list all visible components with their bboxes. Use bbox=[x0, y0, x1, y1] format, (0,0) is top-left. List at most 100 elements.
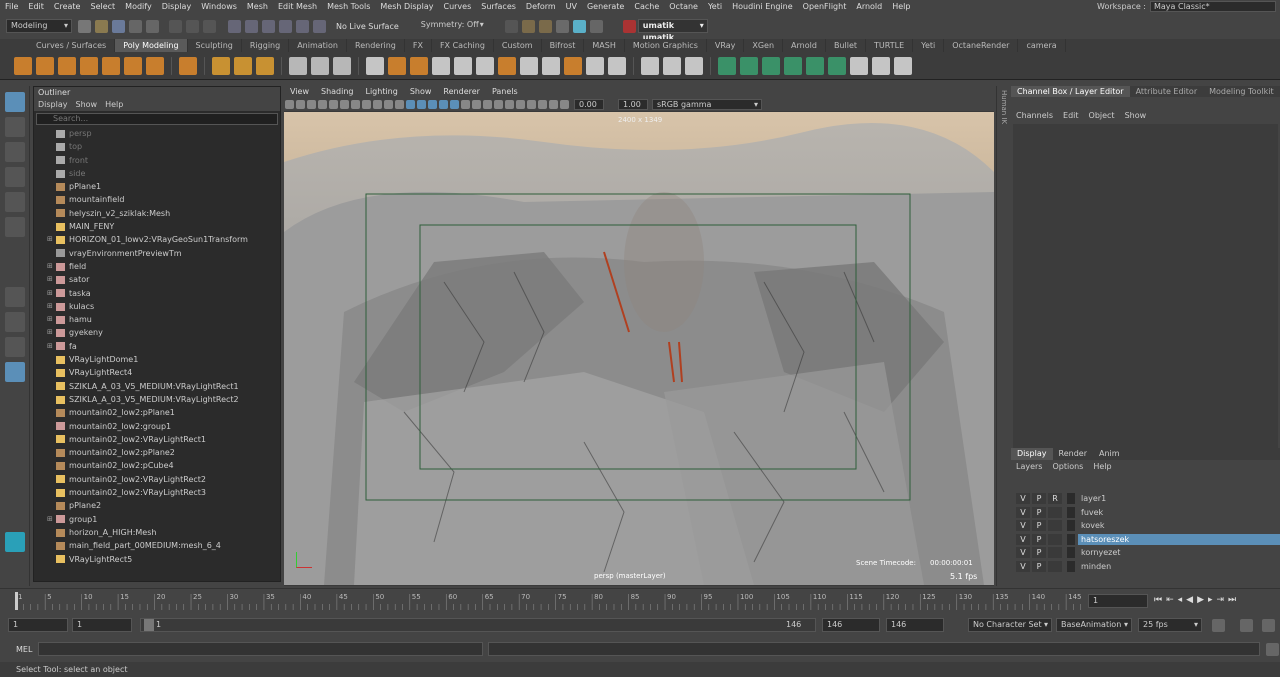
layer-tab-render[interactable]: Render bbox=[1053, 448, 1093, 460]
open-scene-icon[interactable] bbox=[95, 19, 108, 33]
shelf-extract-icon[interactable] bbox=[289, 56, 307, 75]
layer-name[interactable]: layer1 bbox=[1078, 493, 1280, 504]
shelf-reset-icon[interactable] bbox=[894, 56, 912, 75]
fps-dropdown[interactable]: 25 fps bbox=[1138, 618, 1202, 632]
shelf-extrude-icon[interactable] bbox=[432, 56, 450, 75]
outliner-menu-display[interactable]: Display bbox=[34, 98, 72, 111]
wireframe-icon[interactable] bbox=[406, 100, 415, 109]
shelf-helix-icon[interactable] bbox=[685, 56, 703, 75]
menu-item-deform[interactable]: Deform bbox=[521, 0, 561, 13]
playback-start-field[interactable]: 1 bbox=[72, 618, 132, 632]
outliner-item[interactable]: MAIN_FENY bbox=[34, 220, 280, 233]
expand-icon[interactable]: ⊞ bbox=[47, 300, 55, 313]
snap-surface-icon[interactable] bbox=[296, 19, 309, 33]
reference-toggle[interactable] bbox=[1048, 547, 1062, 559]
visibility-toggle[interactable]: V bbox=[1016, 493, 1030, 505]
shelf-bevel-icon[interactable] bbox=[388, 56, 406, 75]
visibility-toggle[interactable]: V bbox=[1016, 520, 1030, 532]
outliner-item[interactable]: mountain02_low2:VRayLightRect3 bbox=[34, 486, 280, 499]
reference-toggle[interactable]: R bbox=[1048, 493, 1062, 505]
current-time-marker[interactable] bbox=[15, 592, 18, 610]
shelf-collapse-icon[interactable] bbox=[608, 56, 626, 75]
menu-item-uv[interactable]: UV bbox=[561, 0, 582, 13]
outliner-layout-icon[interactable] bbox=[5, 362, 25, 382]
xray-joints-icon[interactable] bbox=[538, 100, 547, 109]
outliner-item[interactable]: top bbox=[34, 140, 280, 153]
render-settings-icon[interactable] bbox=[555, 19, 569, 33]
layer-name[interactable]: fuvek bbox=[1078, 507, 1280, 518]
menu-item-mesh[interactable]: Mesh bbox=[242, 0, 273, 13]
history-icon[interactable] bbox=[504, 19, 518, 33]
image-plane-icon[interactable] bbox=[318, 100, 327, 109]
workspace-dropdown[interactable]: Maya Classic* bbox=[1150, 1, 1276, 12]
layer-name[interactable]: minden bbox=[1078, 561, 1280, 572]
menu-item-mesh-tools[interactable]: Mesh Tools bbox=[322, 0, 375, 13]
safe-action-icon[interactable] bbox=[384, 100, 393, 109]
menu-item-cache[interactable]: Cache bbox=[629, 0, 664, 13]
menu-item-octane[interactable]: Octane bbox=[664, 0, 703, 13]
shelf-cylinder-icon[interactable] bbox=[58, 56, 76, 75]
script-editor-icon[interactable] bbox=[1266, 643, 1279, 656]
layer-menu-options[interactable]: Options bbox=[1047, 460, 1088, 473]
shelf-cone-icon[interactable] bbox=[80, 56, 98, 75]
shelf-circularize-icon[interactable] bbox=[828, 56, 846, 75]
outliner-menu-help[interactable]: Help bbox=[101, 98, 127, 111]
shelf-sphere-icon[interactable] bbox=[14, 56, 32, 75]
current-frame-field[interactable]: 1 bbox=[1088, 594, 1148, 608]
render-frame-icon[interactable] bbox=[521, 19, 535, 33]
command-input[interactable] bbox=[38, 642, 483, 656]
live-surface-label[interactable]: No Live Surface bbox=[336, 22, 399, 31]
shelf-symmetry-icon[interactable] bbox=[872, 56, 890, 75]
layer-row[interactable]: V Pkornyezet bbox=[1011, 546, 1280, 560]
snap-curve-icon[interactable] bbox=[245, 19, 258, 33]
ambient-occlusion-icon[interactable] bbox=[472, 100, 481, 109]
shelf-split-icon[interactable] bbox=[520, 56, 538, 75]
shelf-bridge-icon[interactable] bbox=[410, 56, 428, 75]
select-hierarchy-icon[interactable] bbox=[169, 19, 182, 33]
depth-of-field-icon[interactable] bbox=[505, 100, 514, 109]
shelf-tab-arnold[interactable]: Arnold bbox=[783, 39, 826, 52]
visibility-toggle[interactable]: V bbox=[1016, 560, 1030, 572]
shelf-soft-select-icon[interactable] bbox=[850, 56, 868, 75]
hypershade-icon[interactable] bbox=[572, 19, 586, 33]
playback-toggle[interactable]: P bbox=[1032, 506, 1046, 518]
gamma-field[interactable]: 1.00 bbox=[618, 99, 648, 110]
move-tool-icon[interactable] bbox=[5, 167, 25, 187]
menu-item-houdini-engine[interactable]: Houdini Engine bbox=[727, 0, 798, 13]
expand-icon[interactable]: ⊞ bbox=[47, 326, 55, 339]
shelf-tab-poly-modeling[interactable]: Poly Modeling bbox=[115, 39, 188, 52]
exposure-field[interactable]: 0.00 bbox=[574, 99, 604, 110]
menuset-dropdown[interactable]: Modeling bbox=[6, 19, 72, 33]
shelf-sculpt-icon[interactable] bbox=[641, 56, 659, 75]
menu-item-file[interactable]: File bbox=[0, 0, 23, 13]
outliner-item[interactable]: VRayLightDome1 bbox=[34, 353, 280, 366]
shelf-tab-fx[interactable]: FX bbox=[405, 39, 432, 52]
paint-select-icon[interactable] bbox=[5, 142, 25, 162]
layer-color-swatch[interactable] bbox=[1067, 560, 1075, 572]
gate-mask-icon[interactable] bbox=[362, 100, 371, 109]
motion-blur-icon[interactable] bbox=[483, 100, 492, 109]
outliner-item[interactable]: pPlane2 bbox=[34, 499, 280, 512]
select-tool-icon[interactable] bbox=[5, 92, 25, 112]
shelf-insert-loop-icon[interactable] bbox=[718, 56, 736, 75]
shelf-fill-icon[interactable] bbox=[476, 56, 494, 75]
shelf-torus-icon[interactable] bbox=[102, 56, 120, 75]
expand-icon[interactable]: ⊞ bbox=[47, 260, 55, 273]
outliner-item[interactable]: SZIKLA_A_03_V5_MEDIUM:VRayLightRect1 bbox=[34, 380, 280, 393]
outliner-item[interactable]: persp bbox=[34, 127, 280, 140]
single-view-icon[interactable] bbox=[5, 287, 25, 307]
reference-toggle[interactable] bbox=[1048, 506, 1062, 518]
reference-toggle[interactable] bbox=[1048, 533, 1062, 545]
smooth-shade-icon[interactable] bbox=[417, 100, 426, 109]
shelf-platonic-icon[interactable] bbox=[179, 56, 197, 75]
range-slider[interactable] bbox=[140, 618, 816, 632]
colorspace-dropdown[interactable]: sRGB gamma bbox=[652, 99, 762, 110]
playback-toggle[interactable]: P bbox=[1032, 560, 1046, 572]
shelf-disc-icon[interactable] bbox=[146, 56, 164, 75]
menu-item-display[interactable]: Display bbox=[157, 0, 197, 13]
cb-tab-1[interactable]: Attribute Editor bbox=[1130, 86, 1204, 97]
outliner-item[interactable]: ⊞ gyekeny bbox=[34, 326, 280, 339]
four-view-icon[interactable] bbox=[5, 312, 25, 332]
menu-item-help[interactable]: Help bbox=[887, 0, 915, 13]
scale-tool-icon[interactable] bbox=[5, 217, 25, 237]
